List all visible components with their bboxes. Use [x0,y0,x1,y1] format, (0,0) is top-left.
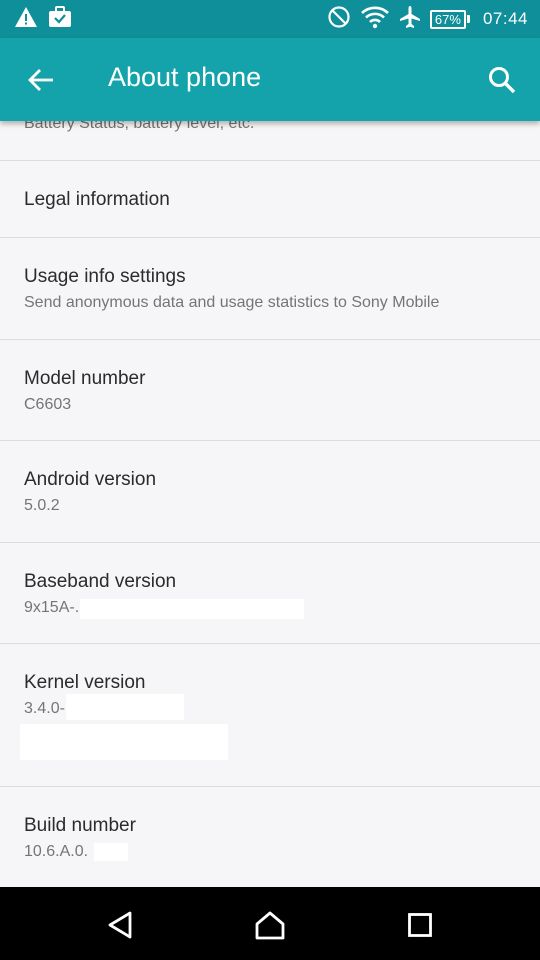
kernel-version-title: Kernel version [24,672,146,693]
warning-icon [14,6,38,33]
do-not-disturb-icon [327,5,351,34]
nav-home-button[interactable] [250,905,290,945]
redacted-block [80,599,304,619]
model-number-title: Model number [24,368,146,389]
airplane-icon [399,5,421,34]
back-triangle-icon [108,911,132,939]
nav-recents-button[interactable] [400,905,440,945]
usage-info-subtitle: Send anonymous data and usage statistics… [24,294,440,311]
legal-information-title: Legal information [24,189,170,210]
redacted-block [94,843,128,861]
redacted-block [66,694,184,720]
baseband-version-title: Baseband version [24,571,177,592]
list-item-battery[interactable]: Battery Status, battery level, etc. [0,121,540,161]
list-item-build-number[interactable]: Build number 10.6.A.0. [0,787,540,887]
list-item-model-number[interactable]: Model number C6603 [0,340,540,441]
kernel-version-value: 3.4.0- [24,700,65,717]
battery-icon: 67% [429,9,470,29]
list-item-kernel-version[interactable]: Kernel version 3.4.0- [0,644,540,787]
status-time: 07:44 [482,9,528,28]
wifi-icon [360,5,390,34]
battery-subtitle: Battery Status, battery level, etc. [24,121,255,132]
baseband-version-value: 9x15A-. [24,599,80,616]
recents-icon [408,913,432,937]
app-bar: About phone [0,38,540,121]
settings-list: Battery Status, battery level, etc. Lega… [0,121,540,887]
build-number-value: 10.6.A.0. [24,843,89,860]
model-number-value: C6603 [24,396,72,413]
navigation-bar [0,887,540,960]
usage-info-title: Usage info settings [24,266,186,287]
page-title: About phone [108,62,262,92]
list-item-android-version[interactable]: Android version 5.0.2 [0,441,540,543]
android-version-value: 5.0.2 [24,497,60,514]
home-icon [255,911,285,940]
redacted-block [20,724,228,760]
nav-back-button[interactable] [100,905,140,945]
build-number-title: Build number [24,815,136,836]
list-item-usage-info-settings[interactable]: Usage info settings Send anonymous data … [0,238,540,340]
work-profile-icon [48,5,72,33]
arrow-back-icon [28,69,53,91]
battery-percent: 67% [429,9,466,29]
android-version-title: Android version [24,469,157,490]
search-icon [489,67,516,94]
search-button[interactable] [486,64,518,96]
status-bar: 67% 07:44 [0,0,540,38]
list-item-baseband-version[interactable]: Baseband version 9x15A-. [0,543,540,644]
list-item-legal-information[interactable]: Legal information [0,161,540,238]
back-button[interactable] [26,65,56,95]
